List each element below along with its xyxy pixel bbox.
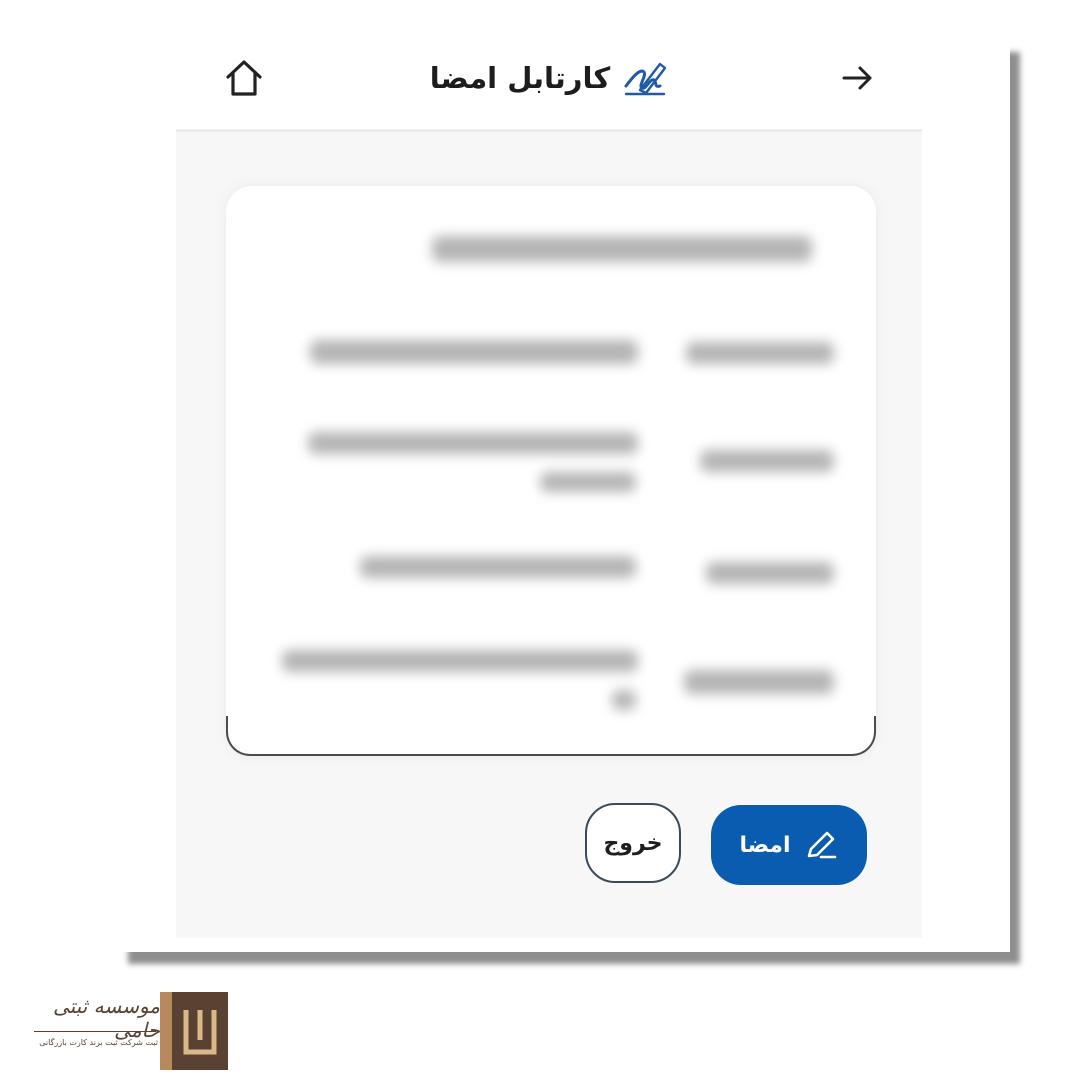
blurred-field-value <box>308 432 638 454</box>
blurred-field-value <box>360 556 636 578</box>
blurred-field-value <box>612 690 636 710</box>
page-title-group: کارتابل امضا <box>420 50 680 106</box>
page-title: کارتابل امضا <box>429 61 611 95</box>
arrow-right-icon[interactable] <box>838 58 878 98</box>
blurred-field-label <box>700 450 834 472</box>
home-icon[interactable] <box>222 56 266 100</box>
exit-button-label: خروج <box>603 830 663 856</box>
watermark-name: موسسه ثبتی حامی <box>52 994 160 1042</box>
blurred-field-label <box>706 562 834 584</box>
signature-icon <box>624 62 667 96</box>
blurred-field-value <box>540 472 636 492</box>
watermark-divider <box>34 1031 156 1032</box>
watermark-tagline: ثبت شرکت ثبت برند کارت بازرگانی <box>39 1038 158 1047</box>
exit-button[interactable]: خروج <box>585 803 681 883</box>
company-logo-icon <box>160 992 228 1070</box>
card-border <box>226 716 876 756</box>
blurred-field-label <box>684 670 834 694</box>
blurred-field-value <box>310 340 638 364</box>
pencil-icon <box>807 831 836 859</box>
sign-button[interactable]: امضا <box>711 805 867 885</box>
blurred-card-heading <box>432 236 812 262</box>
sign-button-label: امضا <box>739 832 791 858</box>
blurred-field-label <box>686 342 834 364</box>
blurred-field-value <box>282 650 638 672</box>
